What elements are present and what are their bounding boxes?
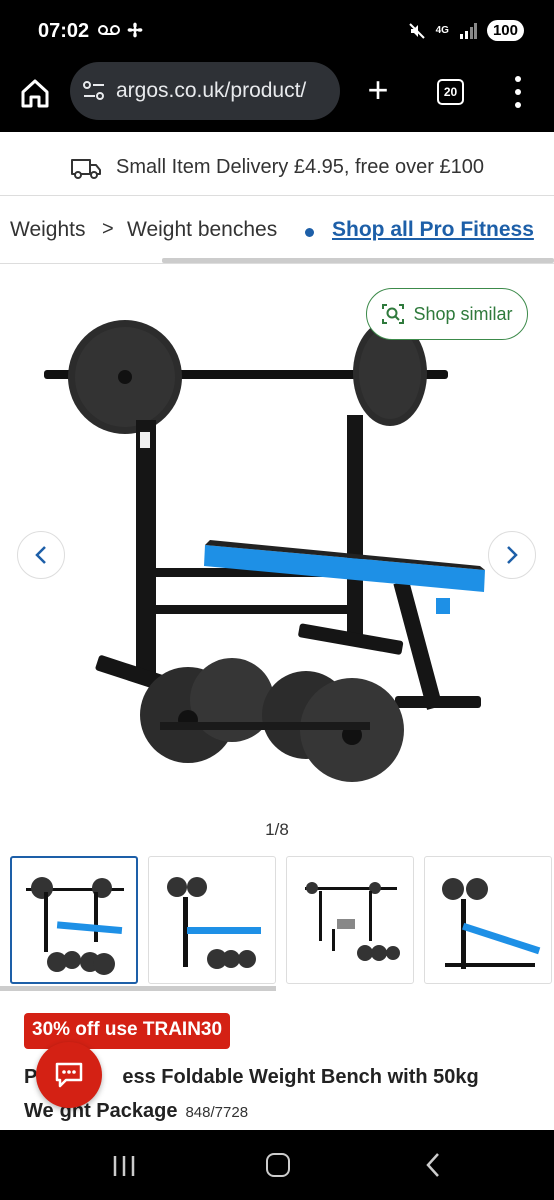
signal-icon: [459, 22, 477, 39]
breadcrumb: Weights > Weight benches Shop all Pro Fi…: [0, 198, 554, 264]
delivery-text: Small Item Delivery £4.95, free over £10…: [116, 156, 484, 178]
image-page-indicator: 1/8: [265, 820, 289, 839]
thumbnail-scrollbar: [0, 986, 276, 991]
thumbnail-3[interactable]: [286, 856, 414, 984]
home-nav-icon[interactable]: [266, 1153, 290, 1177]
visual-search-icon: [382, 304, 405, 324]
browser-toolbar: argos.co.uk/product/ + 20: [0, 62, 554, 132]
thumbnail-2[interactable]: [148, 856, 276, 984]
status-bar: 07:02 4G 100: [0, 0, 554, 62]
previous-image-button[interactable]: [17, 531, 65, 579]
status-time: 07:02: [38, 20, 90, 42]
product-sku: 848/7728: [185, 1104, 249, 1121]
thumbnail-1[interactable]: [10, 856, 138, 984]
product-main-image[interactable]: [0, 280, 554, 810]
url-text: argos.co.uk/product/: [116, 79, 307, 102]
chat-button[interactable]: [36, 1042, 102, 1108]
thumbnail-4[interactable]: [424, 856, 552, 984]
shop-all-brand-link[interactable]: Shop all Pro Fitness: [332, 218, 534, 242]
delivery-van-icon: [71, 158, 102, 179]
battery-indicator: 100: [486, 20, 524, 41]
voicemail-icon: [98, 25, 120, 35]
thumbnail-strip: [10, 856, 554, 986]
breadcrumb-scrollbar: [162, 258, 554, 263]
fan-icon: [127, 22, 143, 38]
delivery-banner: Small Item Delivery £4.95, free over £10…: [0, 140, 554, 196]
mute-icon: [408, 22, 425, 39]
breadcrumb-weight-benches[interactable]: Weight benches: [127, 218, 277, 242]
home-icon[interactable]: [18, 76, 52, 110]
tab-switcher-button[interactable]: 20: [437, 79, 464, 105]
promo-badge: 30% off use TRAIN30: [24, 1013, 231, 1049]
chevron-right-icon: [507, 546, 518, 564]
chat-icon: [55, 1062, 83, 1088]
back-icon[interactable]: [424, 1152, 442, 1178]
more-menu-button[interactable]: [508, 76, 528, 108]
shop-similar-label: Shop similar: [413, 303, 513, 324]
chevron-right-icon: >: [102, 218, 114, 240]
next-image-button[interactable]: [488, 531, 536, 579]
new-tab-button[interactable]: +: [362, 72, 394, 110]
separator-dot: [305, 228, 314, 237]
chevron-left-icon: [35, 546, 46, 564]
system-navigation-bar: [0, 1130, 554, 1200]
site-settings-icon[interactable]: [82, 80, 106, 102]
network-label: 4G: [435, 25, 449, 36]
breadcrumb-weights[interactable]: Weights: [10, 218, 85, 242]
recent-apps-icon[interactable]: [112, 1154, 136, 1178]
shop-similar-button[interactable]: Shop similar: [366, 288, 528, 340]
address-bar[interactable]: argos.co.uk/product/: [70, 62, 340, 120]
